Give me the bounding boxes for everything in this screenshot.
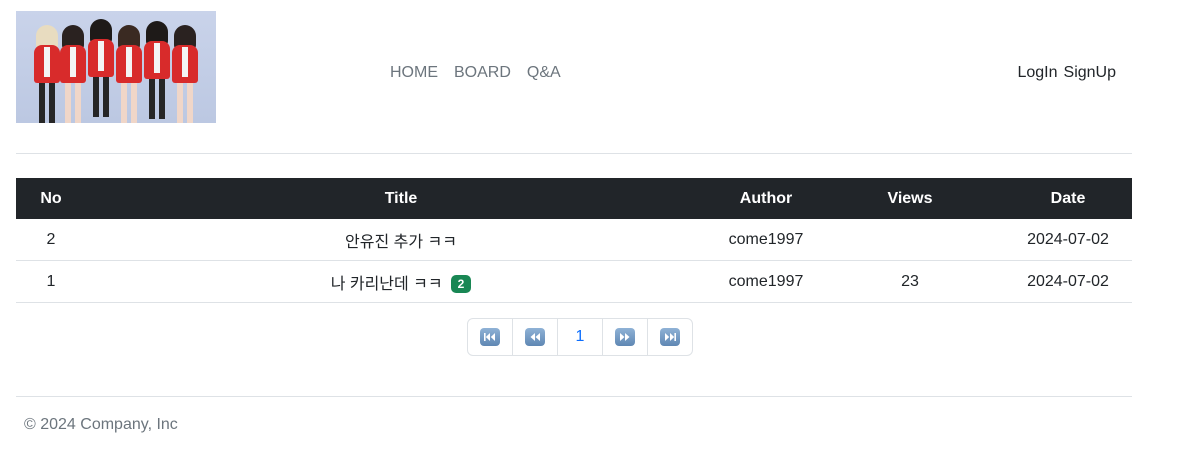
cell-no: 2	[16, 219, 86, 261]
cell-views	[816, 219, 1004, 261]
next-page-button[interactable]	[602, 319, 647, 355]
main-nav: HOME BOARD Q&A	[390, 64, 561, 82]
next-page-icon	[615, 328, 635, 346]
prev-page-button[interactable]	[512, 319, 557, 355]
page: HOME BOARD Q&A LogIn SignUp No Title Aut…	[0, 0, 1191, 453]
login-link[interactable]: LogIn	[1017, 64, 1057, 82]
column-header-date: Date	[1004, 178, 1132, 219]
column-header-views: Views	[816, 178, 1004, 219]
cell-author: come1997	[716, 260, 816, 303]
cell-title[interactable]: 안유진 추가 ㅋㅋ	[86, 219, 716, 261]
figure	[88, 19, 114, 117]
header-divider	[16, 153, 1132, 154]
table-row[interactable]: 2 안유진 추가 ㅋㅋ come1997 2024-07-02	[16, 219, 1132, 261]
first-page-button[interactable]	[468, 319, 512, 355]
first-page-icon	[480, 328, 500, 346]
figure	[116, 25, 142, 123]
figure	[172, 25, 198, 123]
pagination: 1	[467, 318, 693, 356]
nav-board[interactable]: BOARD	[454, 64, 511, 82]
table-header-row: No Title Author Views Date	[16, 178, 1132, 219]
column-header-title: Title	[86, 178, 716, 219]
figure	[144, 21, 170, 119]
prev-page-icon	[525, 328, 545, 346]
last-page-icon	[660, 328, 680, 346]
figure	[60, 25, 86, 123]
cell-author: come1997	[716, 219, 816, 261]
nav-qna[interactable]: Q&A	[527, 64, 561, 82]
banner-image[interactable]	[16, 11, 216, 123]
figure	[34, 25, 60, 123]
column-header-no: No	[16, 178, 86, 219]
table-row[interactable]: 1 나 카리난데 ㅋㅋ 2 come1997 23 2024-07-02	[16, 260, 1132, 303]
nav-home[interactable]: HOME	[390, 64, 438, 82]
cell-title[interactable]: 나 카리난데 ㅋㅋ 2	[86, 260, 716, 303]
comment-count-badge: 2	[450, 274, 472, 293]
last-page-button[interactable]	[647, 319, 692, 355]
post-title-link[interactable]: 나 카리난데 ㅋㅋ	[331, 276, 443, 293]
cell-no: 1	[16, 260, 86, 303]
footer-divider	[16, 396, 1132, 397]
footer-copyright: © 2024 Company, Inc	[24, 416, 178, 433]
column-header-author: Author	[716, 178, 816, 219]
post-title-link[interactable]: 안유진 추가 ㅋㅋ	[345, 234, 457, 251]
cell-date: 2024-07-02	[1004, 219, 1132, 261]
signup-link[interactable]: SignUp	[1064, 64, 1116, 82]
cell-date: 2024-07-02	[1004, 260, 1132, 303]
page-number-button[interactable]: 1	[557, 319, 602, 355]
board-table: No Title Author Views Date 2 안유진 추가 ㅋㅋ c…	[16, 178, 1132, 303]
auth-links: LogIn SignUp	[1017, 64, 1116, 82]
cell-views: 23	[816, 260, 1004, 303]
